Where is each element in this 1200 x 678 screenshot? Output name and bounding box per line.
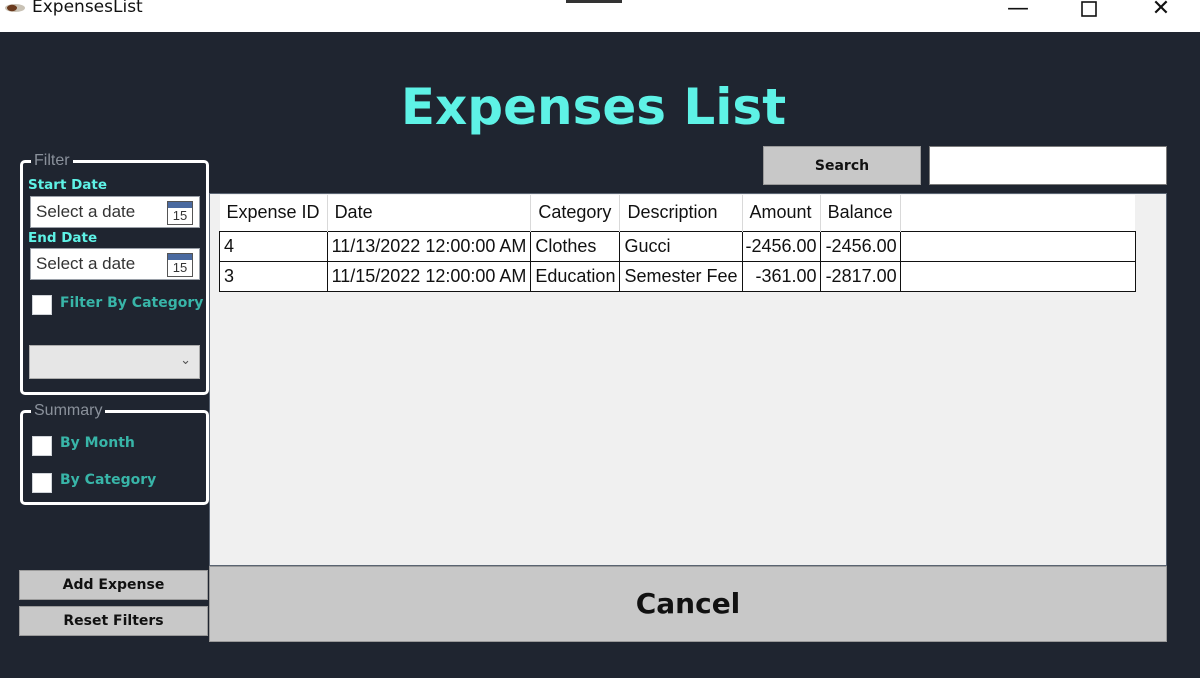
cell-category[interactable]: Clothes [530,230,621,262]
column-header-balance[interactable]: Balance [820,195,901,231]
window-title: ExpensesList [32,0,143,17]
add-expense-button[interactable]: Add Expense [19,570,208,600]
filter-by-category-label: Filter By Category [60,295,204,311]
calendar-icon[interactable]: 15 [167,253,193,277]
end-date-label: End Date [28,230,98,246]
page-title: Expenses List [400,78,787,136]
calendar-day: 15 [172,208,188,223]
cell-description[interactable]: Gucci [619,230,743,262]
window-title-bar: ExpensesList — ✕ [0,0,1200,32]
summary-legend: Summary [31,401,106,421]
search-button[interactable]: Search [763,146,921,185]
start-date-placeholder: Select a date [36,202,136,221]
column-header-amount[interactable]: Amount [742,195,821,231]
cell-balance[interactable]: -2456.00 [819,230,901,262]
start-date-label: Start Date [28,177,108,193]
column-header-category[interactable]: Category [530,195,621,231]
cell-description[interactable]: Semester Fee [619,260,743,292]
by-month-checkbox[interactable] [32,436,52,456]
start-date-picker[interactable]: Select a date 15 [30,196,200,228]
maximize-button[interactable] [1066,0,1112,24]
search-input[interactable] [929,146,1167,185]
calendar-day: 15 [172,260,188,275]
close-icon: ✕ [1151,0,1171,21]
cell-amount[interactable]: -2456.00 [741,230,821,262]
column-header-date[interactable]: Date [327,195,532,231]
end-date-placeholder: Select a date [36,254,136,273]
cell-expense-id[interactable]: 4 [219,230,328,262]
titlebar-accent [566,0,622,3]
minimize-icon: — [1007,0,1029,21]
cell-date[interactable]: 11/15/2022 12:00:00 AM [326,260,532,292]
app-icon [5,4,25,12]
expenses-grid[interactable]: Expense ID Date Category Description Amo… [209,193,1167,566]
calendar-icon[interactable]: 15 [167,201,193,225]
expenses-table: Expense ID Date Category Description Amo… [219,195,1136,292]
cancel-button[interactable]: Cancel [209,566,1167,642]
summary-group: Summary By Month By Category [20,401,209,505]
by-category-checkbox[interactable] [32,473,52,493]
cell-date[interactable]: 11/13/2022 12:00:00 AM [326,230,532,262]
chevron-down-icon: ⌄ [180,353,191,368]
cell-category[interactable]: Education [530,260,621,292]
by-category-label: By Category [60,472,157,488]
cell-balance[interactable]: -2817.00 [819,260,901,292]
reset-filters-button[interactable]: Reset Filters [19,606,208,636]
column-header-filler [900,195,1136,231]
maximize-icon [1081,1,1097,17]
minimize-button[interactable]: — [995,0,1041,24]
table-header-row: Expense ID Date Category Description Amo… [219,195,1136,231]
cell-expense-id[interactable]: 3 [219,260,328,292]
cell-amount[interactable]: -361.00 [741,260,821,292]
filter-legend: Filter [31,151,73,171]
page-title-container: Expenses List [0,78,1200,136]
category-select[interactable]: ⌄ [29,345,200,379]
filter-group: Filter Start Date Select a date 15 End D… [20,151,209,395]
table-row[interactable]: 4 11/13/2022 12:00:00 AM Clothes Gucci -… [219,230,1136,262]
row-filler [899,260,1136,292]
column-header-expense-id[interactable]: Expense ID [219,195,328,231]
end-date-picker[interactable]: Select a date 15 [30,248,200,280]
row-filler [899,230,1136,262]
by-month-label: By Month [60,435,135,451]
table-row[interactable]: 3 11/15/2022 12:00:00 AM Education Semes… [219,260,1136,292]
filter-by-category-checkbox[interactable] [32,295,52,315]
close-button[interactable]: ✕ [1138,0,1184,24]
column-header-description[interactable]: Description [619,195,743,231]
